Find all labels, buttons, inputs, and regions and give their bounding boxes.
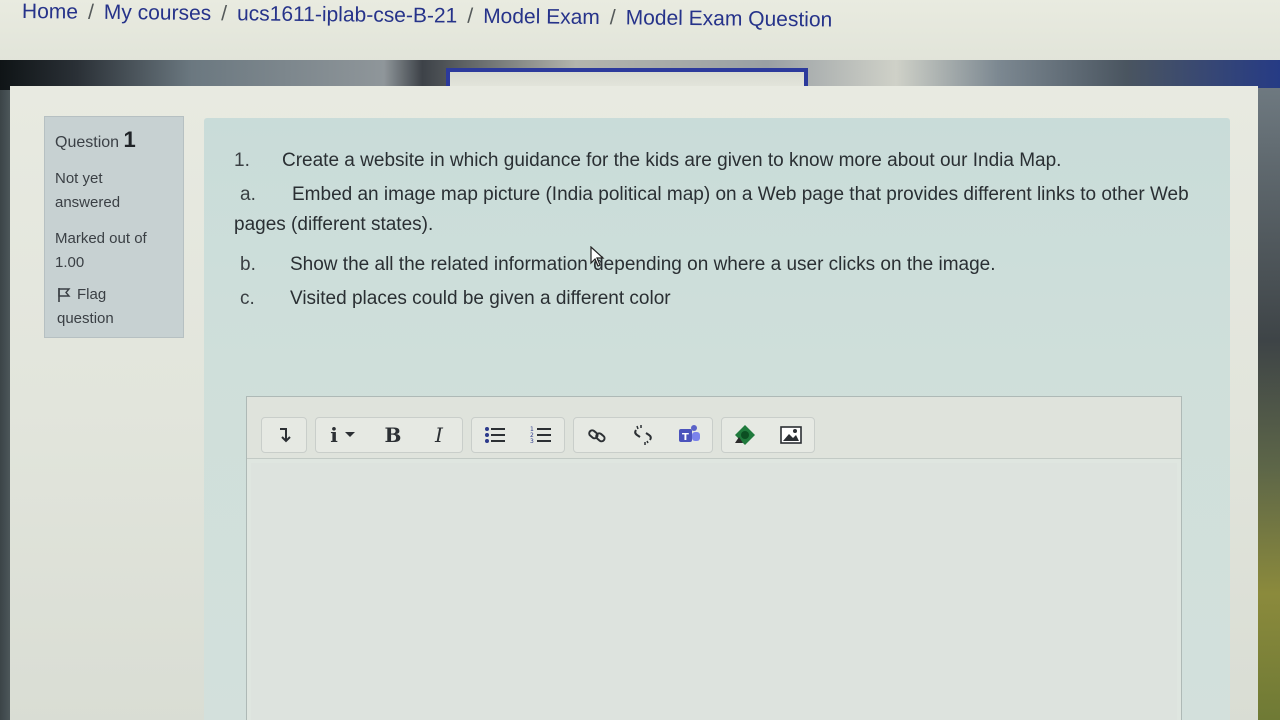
image-icon xyxy=(780,425,802,444)
question-item: b. Show the all the related information … xyxy=(234,250,1214,284)
question-label: Question xyxy=(55,134,120,151)
toolbar-toggle-icon xyxy=(280,427,291,442)
chevron-down-icon xyxy=(344,431,355,437)
link-icon xyxy=(588,428,606,442)
unlink-icon xyxy=(634,424,652,445)
state-line2: answered xyxy=(55,194,121,211)
grade-line2: 1.00 xyxy=(55,254,85,271)
ordered-list-button[interactable]: 1 2 3 xyxy=(518,418,564,452)
toolbar-group: T xyxy=(573,416,713,453)
link-button[interactable] xyxy=(574,418,620,452)
toolbar-group xyxy=(721,416,815,453)
breadcrumb-home[interactable]: Home xyxy=(22,0,78,25)
breadcrumb-model-exam[interactable]: Model Exam xyxy=(483,5,600,30)
toolbar-group xyxy=(261,416,307,453)
question-item-text: Embed an image map picture (India politi… xyxy=(234,184,1189,235)
flag-label-line1: Flag xyxy=(77,286,107,303)
breadcrumb-separator: / xyxy=(467,4,474,28)
question-item: c. Visited places could be given a diffe… xyxy=(234,284,1214,318)
quiz-page: Question 1 Not yet answered Marked out o… xyxy=(10,86,1258,720)
breadcrumb-separator: / xyxy=(221,2,228,26)
paragraph-style-icon: i xyxy=(330,422,338,447)
italic-icon: I xyxy=(435,422,443,447)
question-item: 1. Create a website in which guidance fo… xyxy=(234,146,1214,180)
flag-label-line2: question xyxy=(57,310,114,327)
breadcrumb-separator: / xyxy=(609,6,616,30)
teams-icon: T xyxy=(679,424,700,443)
toolbar-toggle-button[interactable] xyxy=(262,418,306,452)
bold-icon: B xyxy=(384,422,402,447)
unlink-button[interactable] xyxy=(620,418,666,452)
question-item-marker: 1. xyxy=(234,150,250,171)
mouse-cursor-icon xyxy=(590,246,605,267)
breadcrumb-bar: Home / My courses / ucs1611-iplab-cse-B-… xyxy=(0,0,1280,62)
grade-line1: Marked out of xyxy=(55,230,147,247)
teams-button[interactable]: T xyxy=(666,418,712,452)
toolbar-group: 1 2 3 xyxy=(471,416,565,453)
answer-text-area[interactable] xyxy=(251,463,1177,720)
editor-toolbar: i B I 1 2 3 T xyxy=(247,397,1181,459)
flag-question-button[interactable]: Flag question xyxy=(55,283,173,331)
question-grade: Marked out of 1.00 xyxy=(55,227,173,275)
question-number-value: 1 xyxy=(123,127,136,152)
question-item-marker: b. xyxy=(240,254,256,275)
media-icon xyxy=(735,424,755,445)
breadcrumb-separator: / xyxy=(87,0,94,24)
unordered-list-icon xyxy=(485,426,505,443)
media-button[interactable] xyxy=(722,418,768,452)
ordered-list-icon: 1 2 3 xyxy=(530,426,551,445)
state-line1: Not yet xyxy=(55,170,103,187)
svg-text:3: 3 xyxy=(530,438,534,445)
question-item: a. Embed an image map picture (India pol… xyxy=(234,180,1214,250)
question-info-panel: Question 1 Not yet answered Marked out o… xyxy=(44,116,184,338)
italic-button[interactable]: I xyxy=(416,418,462,452)
image-button[interactable] xyxy=(768,418,814,452)
question-item-text: Create a website in which guidance for t… xyxy=(282,150,1062,171)
breadcrumb-my-courses[interactable]: My courses xyxy=(104,1,212,26)
svg-text:T: T xyxy=(682,432,689,443)
question-text: 1. Create a website in which guidance fo… xyxy=(234,146,1214,318)
unordered-list-button[interactable] xyxy=(472,418,518,452)
toolbar-group: i B I xyxy=(315,416,463,453)
bold-button[interactable]: B xyxy=(370,418,416,452)
question-item-text: Show the all the related information dep… xyxy=(290,254,996,275)
question-content: 1. Create a website in which guidance fo… xyxy=(204,118,1230,720)
breadcrumb: Home / My courses / ucs1611-iplab-cse-B-… xyxy=(22,0,833,32)
question-item-text: Visited places could be given a differen… xyxy=(290,288,671,309)
paragraph-style-button[interactable]: i xyxy=(316,418,370,452)
breadcrumb-model-exam-question[interactable]: Model Exam Question xyxy=(626,6,833,32)
flag-icon xyxy=(57,287,71,303)
question-number: Question 1 xyxy=(55,127,173,153)
answer-editor: i B I 1 2 3 T xyxy=(246,396,1182,720)
breadcrumb-course[interactable]: ucs1611-iplab-cse-B-21 xyxy=(237,2,457,28)
question-item-marker: c. xyxy=(240,288,255,309)
question-state: Not yet answered xyxy=(55,167,173,215)
